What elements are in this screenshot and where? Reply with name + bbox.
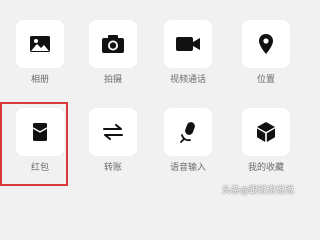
- transfer-icon-box[interactable]: [89, 108, 137, 156]
- transfer-tile[interactable]: 转账: [83, 108, 143, 186]
- camera-icon-box[interactable]: [89, 20, 137, 68]
- video-call-icon-box[interactable]: [164, 20, 212, 68]
- video-call-tile[interactable]: 视频通话: [158, 20, 218, 98]
- chat-attachment-panel: 相册 拍摄 视频通话 位置 红包 转账 语音输入 我的收藏 头条@跟说说说说: [0, 0, 300, 200]
- video-call-icon: [176, 37, 200, 51]
- album-tile[interactable]: 相册: [10, 20, 70, 98]
- voice-input-icon-box[interactable]: [164, 108, 212, 156]
- red-packet-tile[interactable]: 红包: [10, 108, 70, 186]
- location-label: 位置: [256, 75, 275, 85]
- camera-label: 拍摄: [103, 75, 122, 85]
- location-icon-box[interactable]: [242, 20, 290, 68]
- watermark: 头条@跟说说说说: [221, 186, 294, 196]
- location-pin-icon: [259, 34, 273, 54]
- red-packet-icon-box[interactable]: [16, 108, 64, 156]
- favorites-tile[interactable]: 我的收藏: [236, 108, 296, 186]
- red-packet-label: 红包: [30, 163, 49, 173]
- red-packet-icon: [32, 123, 48, 141]
- location-tile[interactable]: 位置: [236, 20, 296, 98]
- voice-input-icon: [180, 122, 195, 143]
- transfer-label: 转账: [103, 163, 122, 173]
- camera-tile[interactable]: 拍摄: [83, 20, 143, 98]
- video-call-label: 视频通话: [169, 75, 206, 85]
- album-label: 相册: [30, 75, 49, 85]
- transfer-icon: [103, 124, 123, 140]
- favorites-icon-box[interactable]: [242, 108, 290, 156]
- favorites-icon: [257, 122, 275, 142]
- voice-input-tile[interactable]: 语音输入: [158, 108, 218, 186]
- photo-album-icon: [30, 36, 50, 52]
- favorites-label: 我的收藏: [247, 163, 284, 173]
- album-icon-box[interactable]: [16, 20, 64, 68]
- voice-input-label: 语音输入: [169, 163, 206, 173]
- camera-icon: [102, 35, 124, 53]
